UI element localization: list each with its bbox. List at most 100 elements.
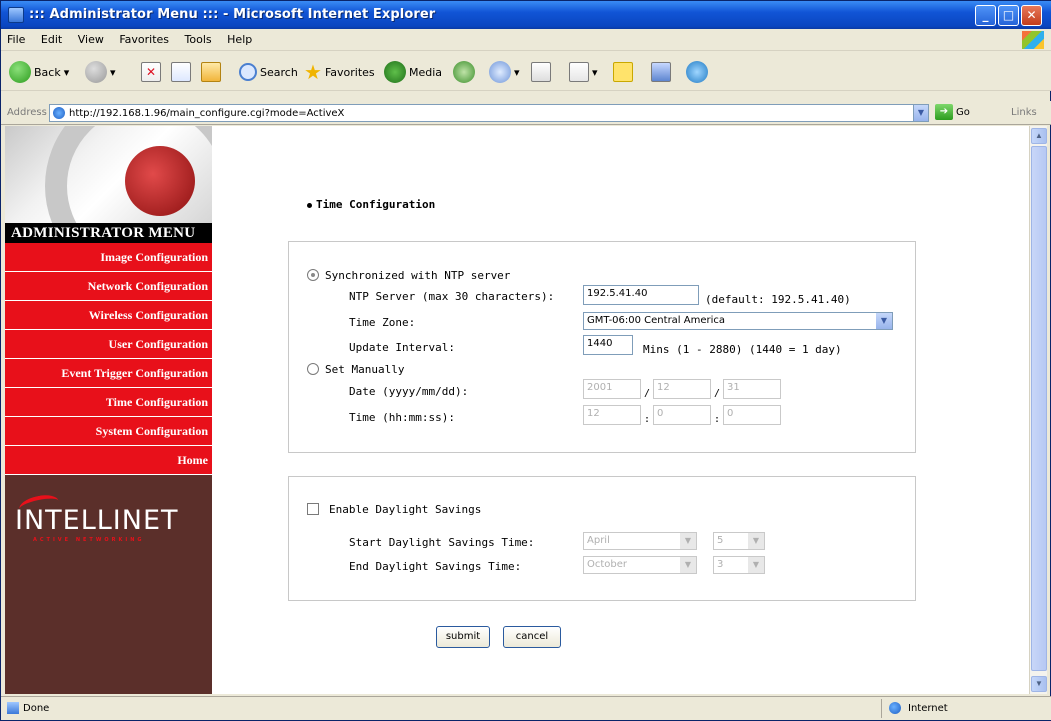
date-year-input[interactable]: 2001 (583, 379, 641, 399)
dst-start-week-select[interactable]: 5 ▼ (713, 532, 765, 550)
back-dropdown-icon[interactable]: ▾ (64, 66, 70, 79)
messenger-button[interactable] (686, 61, 708, 83)
time-minute-input[interactable]: 0 (653, 405, 711, 425)
menu-tools[interactable]: Tools (179, 29, 218, 46)
maximize-button[interactable]: □ (998, 5, 1019, 26)
go-button[interactable]: ➔ Go (935, 104, 970, 120)
date-day-input[interactable]: 31 (723, 379, 781, 399)
vertical-scrollbar[interactable]: ▲ ▼ (1029, 126, 1047, 694)
ntp-server-default: (default: 192.5.41.40) (705, 293, 851, 306)
time-hour-input[interactable]: 12 (583, 405, 641, 425)
edit-button[interactable]: ▾ (569, 61, 598, 83)
media-icon (384, 61, 406, 83)
forward-button[interactable]: ▾ (85, 61, 116, 83)
address-url: http://192.168.1.96/main_configure.cgi?m… (69, 108, 345, 119)
menu-favorites[interactable]: Favorites (113, 29, 175, 46)
nav-network-configuration[interactable]: Network Configuration (5, 272, 212, 301)
dst-start-month-select[interactable]: April ▼ (583, 532, 697, 550)
security-zone: Internet (881, 699, 1031, 718)
menu-help[interactable]: Help (221, 29, 258, 46)
dst-end-week-value: 3 (717, 559, 724, 570)
mail-button[interactable]: ▾ (489, 61, 520, 83)
links-button[interactable]: Links (1011, 107, 1037, 118)
ntp-server-input[interactable]: 192.5.41.40 (583, 285, 699, 305)
nav-image-configuration[interactable]: Image Configuration (5, 243, 212, 272)
interval-input[interactable]: 1440 (583, 335, 633, 355)
menu-view[interactable]: View (72, 29, 110, 46)
discuss-icon (613, 62, 633, 82)
time-label: Time (hh:mm:ss): (349, 411, 455, 424)
search-button[interactable]: Search (239, 61, 298, 83)
home-button[interactable] (201, 61, 221, 83)
close-button[interactable]: ✕ (1021, 5, 1042, 26)
submit-button[interactable]: submit (436, 626, 490, 648)
discuss-button[interactable] (613, 61, 633, 83)
minimize-button[interactable]: _ (975, 5, 996, 26)
go-arrow-icon: ➔ (935, 104, 953, 120)
print-button[interactable] (531, 61, 551, 83)
home-icon (201, 62, 221, 82)
nav-wireless-configuration[interactable]: Wireless Configuration (5, 301, 212, 330)
section-title: Time Configuration (307, 198, 435, 211)
favorites-label: Favorites (324, 65, 375, 79)
address-dropdown-icon[interactable]: ▼ (913, 105, 928, 121)
page-icon (53, 107, 65, 119)
nav-home[interactable]: Home (5, 446, 212, 475)
refresh-icon (171, 62, 191, 82)
refresh-button[interactable] (171, 61, 191, 83)
daylight-savings-checkbox[interactable] (307, 503, 319, 515)
mail-icon (489, 61, 511, 83)
bullet-icon (307, 202, 312, 208)
date-month-input[interactable]: 12 (653, 379, 711, 399)
forward-dropdown-icon[interactable]: ▾ (110, 66, 116, 79)
favorites-button[interactable]: ★ Favorites (304, 61, 375, 83)
history-button[interactable] (453, 61, 475, 83)
ntp-radio[interactable] (307, 269, 319, 281)
dst-start-month-dropdown-icon: ▼ (680, 533, 696, 549)
scroll-up-icon[interactable]: ▲ (1031, 128, 1047, 144)
mail-dropdown-icon[interactable]: ▾ (514, 66, 520, 79)
stop-button[interactable]: ✕ (141, 61, 161, 83)
dst-end-month-select[interactable]: October ▼ (583, 556, 697, 574)
messenger-icon (686, 61, 708, 83)
timezone-select[interactable]: GMT-06:00 Central America ▼ (583, 312, 893, 330)
nav-user-configuration[interactable]: User Configuration (5, 330, 212, 359)
research-button[interactable] (651, 61, 671, 83)
scroll-down-icon[interactable]: ▼ (1031, 676, 1047, 692)
dst-end-month-dropdown-icon: ▼ (680, 557, 696, 573)
address-bar: Address http://192.168.1.96/main_configu… (1, 101, 1051, 125)
date-label: Date (yyyy/mm/dd): (349, 385, 469, 398)
dst-start-month-value: April (587, 535, 610, 546)
logo-tagline: ACTIVE NETWORKING (33, 537, 145, 543)
edit-dropdown-icon[interactable]: ▾ (592, 66, 598, 79)
dst-end-month-value: October (587, 559, 628, 570)
nav-event-trigger-configuration[interactable]: Event Trigger Configuration (5, 359, 212, 388)
scroll-thumb[interactable] (1031, 146, 1047, 671)
back-label: Back (34, 65, 61, 79)
logo-brand: INTELLINET (15, 505, 179, 536)
ntp-radio-label: Synchronized with NTP server (325, 269, 511, 282)
status-bar: Done Internet (1, 696, 1051, 720)
dst-end-week-dropdown-icon: ▼ (748, 557, 764, 573)
daylight-savings-box: Enable Daylight Savings Start Daylight S… (288, 476, 916, 601)
address-label: Address (7, 107, 47, 118)
print-icon (531, 62, 551, 82)
time-second-input[interactable]: 0 (723, 405, 781, 425)
forward-arrow-icon (85, 61, 107, 83)
manual-radio[interactable] (307, 363, 319, 375)
cancel-button[interactable]: cancel (503, 626, 561, 648)
menu-edit[interactable]: Edit (35, 29, 68, 46)
globe-icon (889, 702, 901, 714)
interval-hint: Mins (1 - 2880) (1440 = 1 day) (643, 343, 842, 356)
back-button[interactable]: Back ▾ (9, 61, 69, 83)
timezone-value: GMT-06:00 Central America (587, 315, 726, 326)
nav-time-configuration[interactable]: Time Configuration (5, 388, 212, 417)
admin-sidebar: ADMINISTRATOR MENU Image Configuration N… (5, 126, 212, 694)
menu-file[interactable]: File (1, 29, 31, 46)
nav-system-configuration[interactable]: System Configuration (5, 417, 212, 446)
dst-end-week-select[interactable]: 3 ▼ (713, 556, 765, 574)
media-button[interactable]: Media (384, 61, 442, 83)
ntp-server-label: NTP Server (max 30 characters): (349, 290, 555, 303)
toolbar: Back ▾ ▾ ✕ Search ★ Favorites Media ▾ ▾ (1, 51, 1051, 91)
address-input[interactable]: http://192.168.1.96/main_configure.cgi?m… (49, 104, 929, 122)
